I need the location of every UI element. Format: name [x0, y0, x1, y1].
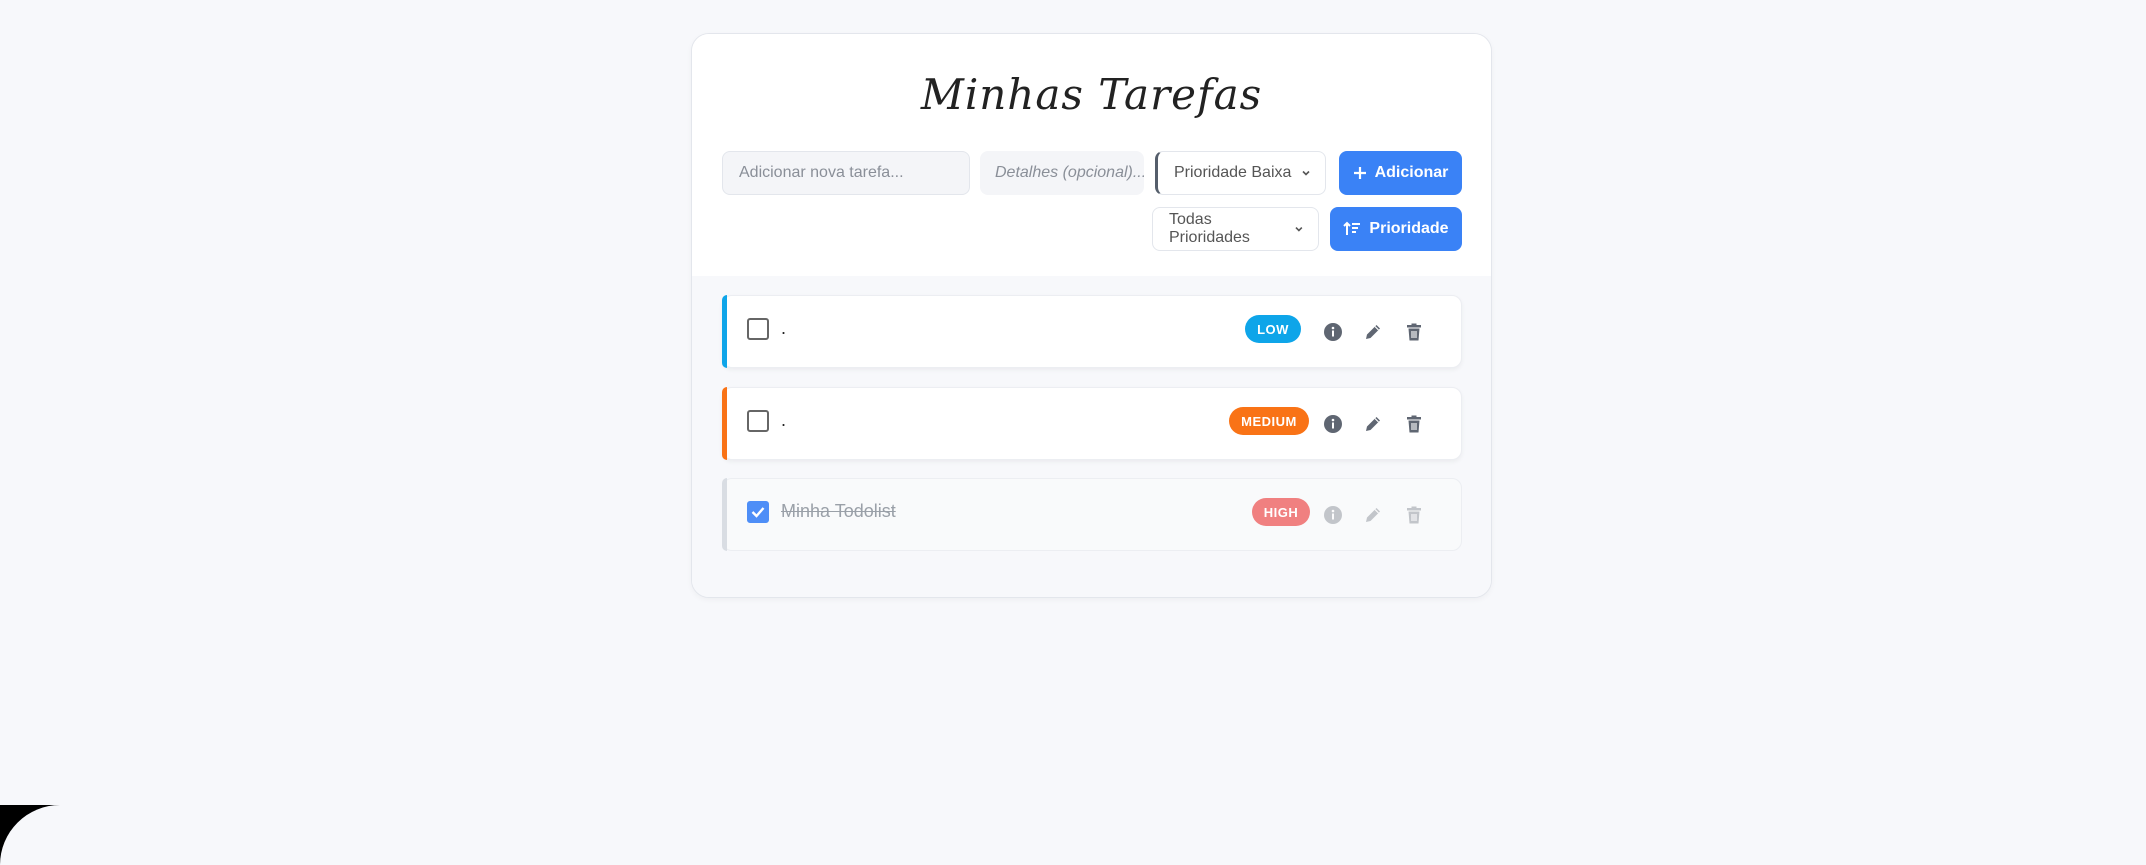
edit-icon[interactable] — [1363, 322, 1383, 342]
task-text: Minha Todolist — [781, 501, 896, 521]
chevron-down-icon — [1295, 226, 1303, 232]
task-text: . — [781, 318, 787, 338]
task-checkbox[interactable] — [747, 318, 769, 340]
task-input[interactable]: Adicionar nova tarefa... — [722, 151, 970, 195]
priority-select-value: Prioridade Baixa — [1174, 164, 1292, 181]
sort-icon — [1343, 221, 1361, 235]
task-checkbox[interactable] — [747, 410, 769, 432]
trash-icon[interactable] — [1404, 414, 1424, 434]
task-item: Minha Todolist HIGH — [722, 478, 1462, 551]
chevron-down-icon — [1302, 170, 1310, 176]
plus-icon — [1353, 167, 1366, 179]
task-item: . LOW — [722, 295, 1462, 368]
info-icon[interactable] — [1323, 505, 1343, 525]
priority-badge: MEDIUM — [1229, 407, 1309, 435]
trash-icon[interactable] — [1404, 505, 1424, 525]
info-icon[interactable] — [1323, 322, 1343, 342]
priority-select[interactable]: Prioridade Baixa — [1155, 151, 1326, 195]
trash-icon[interactable] — [1404, 322, 1424, 342]
filter-select-value: Todas Prioridades — [1169, 211, 1250, 246]
edit-icon[interactable] — [1363, 414, 1383, 434]
priority-badge: HIGH — [1252, 498, 1310, 526]
priority-bar — [722, 478, 727, 551]
todo-card: Minhas Tarefas Adicionar nova tarefa... … — [691, 33, 1492, 598]
details-input-placeholder: Detalhes (opcional)... — [995, 164, 1144, 181]
task-input-placeholder: Adicionar nova tarefa... — [739, 164, 904, 181]
form-section: Minhas Tarefas Adicionar nova tarefa... … — [692, 34, 1491, 276]
checkmark-icon — [751, 507, 765, 518]
priority-badge: LOW — [1245, 315, 1301, 343]
page-title: Minhas Tarefas — [920, 70, 1263, 119]
task-text: . — [781, 410, 787, 430]
priority-bar — [722, 295, 727, 368]
details-input[interactable]: Detalhes (opcional)... — [980, 151, 1144, 195]
task-list: . LOW . MEDIUM Minha Todolist HIGH — [692, 276, 1491, 597]
priority-bar — [722, 387, 727, 460]
corner-overlay — [0, 805, 60, 865]
task-checkbox[interactable] — [747, 501, 769, 523]
info-icon[interactable] — [1323, 414, 1343, 434]
sort-priority-button[interactable]: Prioridade — [1330, 207, 1462, 251]
add-button-label: Adicionar — [1374, 164, 1449, 181]
priority-filter-select[interactable]: Todas Prioridades — [1152, 207, 1319, 251]
sort-button-label: Prioridade — [1369, 220, 1449, 237]
task-item: . MEDIUM — [722, 387, 1462, 460]
add-button[interactable]: Adicionar — [1339, 151, 1462, 195]
edit-icon[interactable] — [1363, 505, 1383, 525]
